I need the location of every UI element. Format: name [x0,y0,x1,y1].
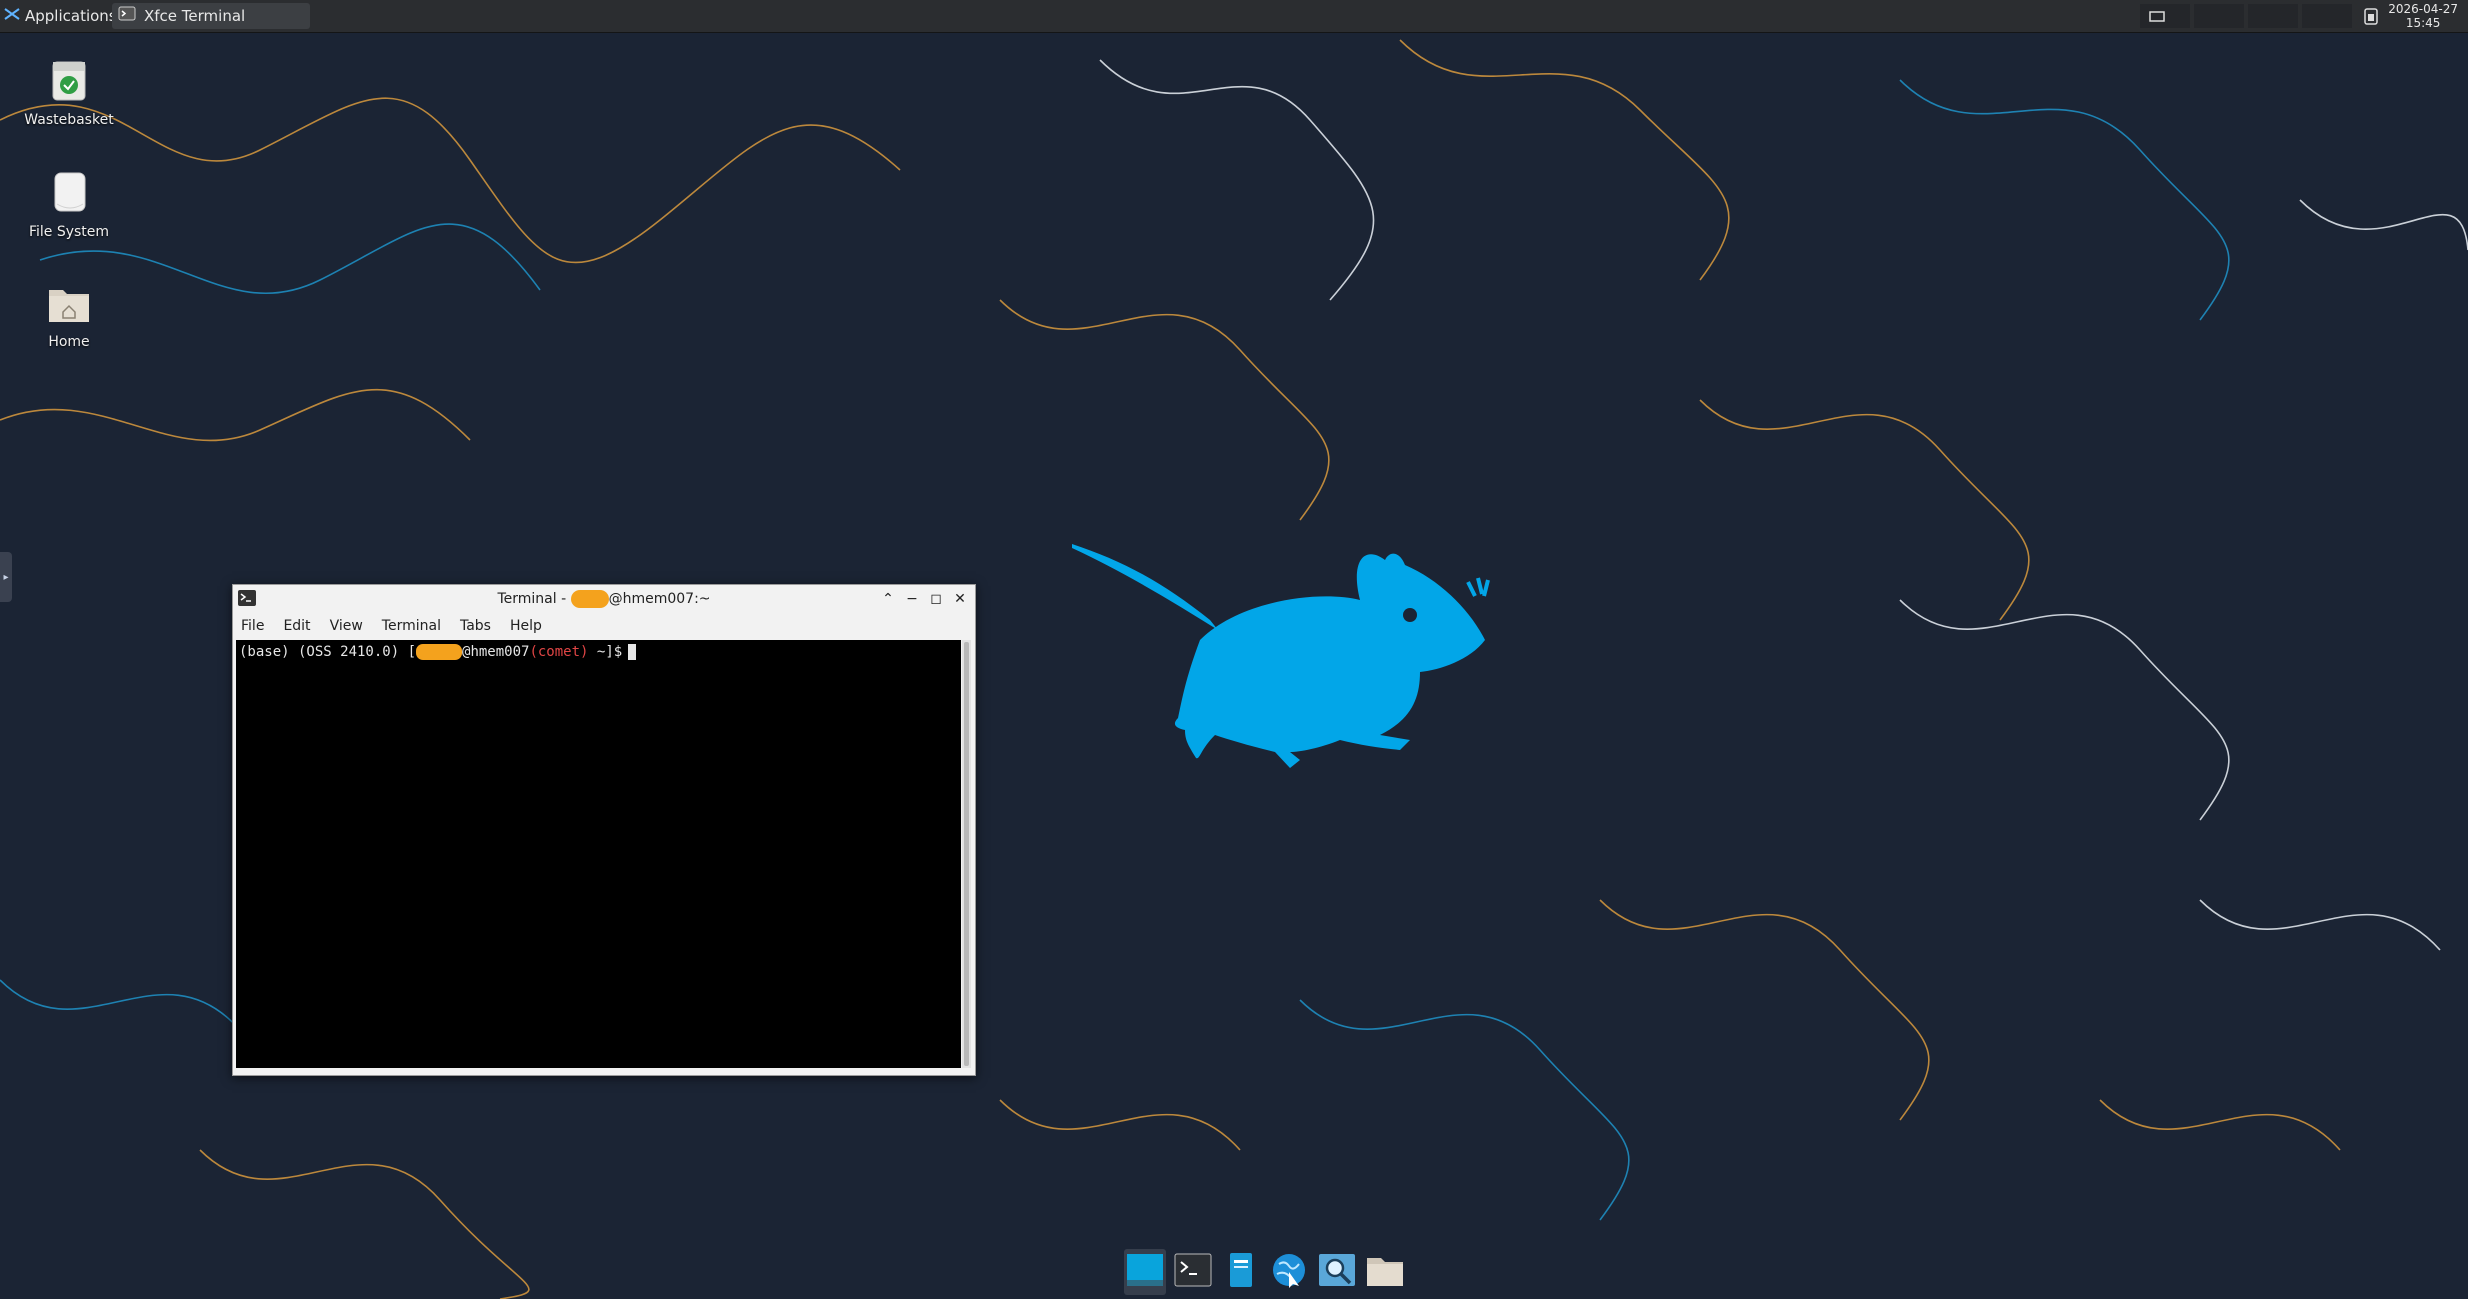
dock-text-editor[interactable] [1220,1249,1262,1295]
trash-icon [47,61,91,108]
web-browser-icon [1269,1250,1309,1294]
menu-help[interactable]: Help [510,618,542,634]
menu-terminal[interactable]: Terminal [382,618,441,634]
taskbar-item-label: Xfce Terminal [144,7,246,25]
desktop-icon-file-system[interactable]: File System [14,170,124,240]
clock-date: 2026-04-27 [2388,2,2458,16]
power-icon[interactable] [2364,7,2378,29]
prompt-host: @hmem007 [462,644,530,660]
prompt-end: ~]$ [588,644,623,660]
menu-edit[interactable]: Edit [283,618,310,634]
window-title-prefix: Terminal - [497,591,571,607]
scrollbar-thumb[interactable] [964,642,969,1066]
shade-icon[interactable]: ⌃ [879,589,897,609]
terminal-app-icon [118,5,136,27]
prompt-env: (base) (OSS 2410.0) [ [239,644,417,660]
side-panel-handle[interactable]: ▸ [0,552,12,602]
workspace-3[interactable] [2248,4,2298,28]
top-panel: Applications : Xfce Terminal 2026-04-27 … [0,0,2468,33]
show-desktop-icon [1125,1250,1165,1294]
terminal-scrollbar[interactable] [962,640,971,1068]
dock-search[interactable] [1316,1249,1358,1295]
home-folder-icon [45,290,93,330]
hard-drive-icon [47,172,91,220]
desktop-icon-home[interactable]: Home [14,282,124,350]
desktop-icon-label: File System [28,224,110,240]
prompt-cluster: (comet) [529,644,589,660]
text-editor-icon [1221,1250,1261,1294]
menu-view[interactable]: View [330,618,363,634]
applications-label: Applications [25,7,117,25]
terminal-output[interactable]: (base) (OSS 2410.0) [ @hmem007(comet) ~]$ [236,640,961,1068]
menu-tabs[interactable]: Tabs [460,618,491,634]
desktop-icon-label: Wastebasket [24,112,114,128]
close-icon[interactable]: ✕ [951,589,969,609]
minimize-icon[interactable]: − [903,589,921,609]
desktop-icon-wastebasket[interactable]: Wastebasket [14,58,124,128]
terminal-icon [1173,1250,1213,1294]
clock-time: 15:45 [2405,16,2441,30]
dock-file-manager[interactable] [1364,1249,1406,1295]
window-title-suffix: @hmem007:~ [608,591,711,607]
xfce-logo-icon [3,5,21,27]
workspace-1[interactable] [2140,4,2190,28]
redacted-username [570,590,609,608]
window-controls: ⌃ − ◻ ✕ [879,589,969,609]
desktop-icon-label: Home [48,334,90,350]
file-manager-icon [1365,1250,1405,1294]
dock-web-browser[interactable] [1268,1249,1310,1295]
terminal-menubar: File Edit View Terminal Tabs Help [233,613,975,639]
applications-menu[interactable]: Applications : [3,0,128,32]
window-titlebar[interactable]: Terminal - @hmem007:~ ⌃ − ◻ ✕ [233,585,975,613]
taskbar-item-xfce-terminal[interactable]: Xfce Terminal [112,3,310,29]
terminal-window[interactable]: Terminal - @hmem007:~ ⌃ − ◻ ✕ File Edit … [232,584,976,1076]
redacted-prompt-user [416,644,463,660]
workspace-2[interactable] [2194,4,2244,28]
bottom-dock [1124,1246,1406,1298]
workspace-4[interactable] [2302,4,2352,28]
maximize-icon[interactable]: ◻ [927,589,945,609]
menu-file[interactable]: File [241,618,264,634]
terminal-cursor [628,644,637,660]
clock[interactable]: 2026-04-27 15:45 [2388,2,2458,30]
dock-terminal[interactable] [1172,1249,1214,1295]
search-icon [1317,1250,1357,1294]
dock-show-desktop[interactable] [1124,1249,1166,1295]
window-title: Terminal - @hmem007:~ [233,590,975,608]
